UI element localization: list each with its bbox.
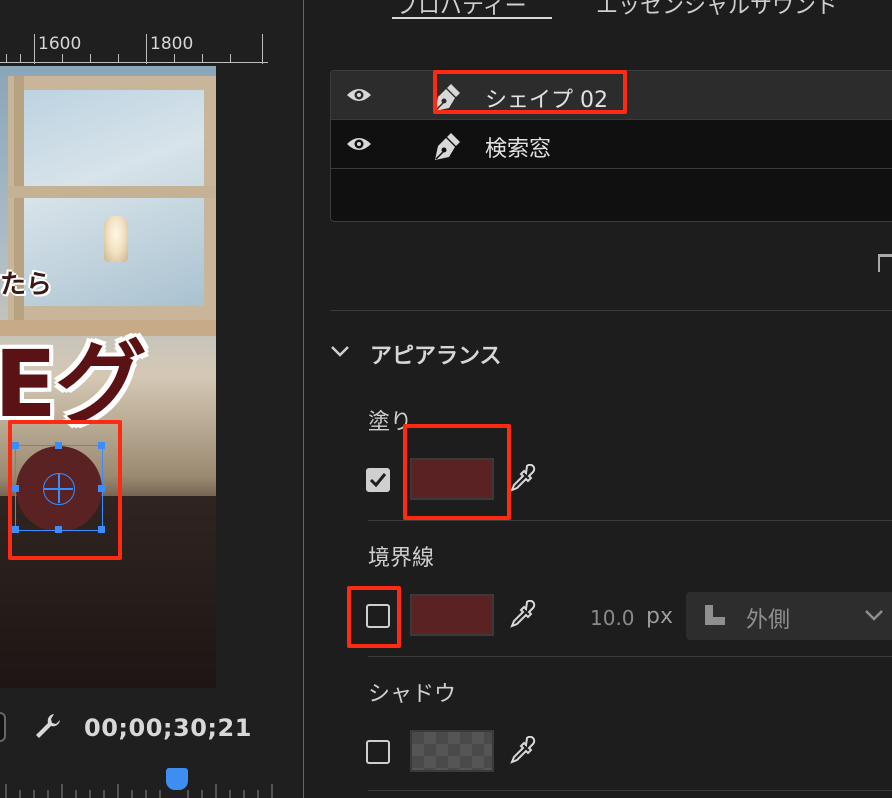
shadow-checkbox[interactable] bbox=[366, 740, 390, 764]
eye-icon[interactable] bbox=[345, 134, 373, 154]
stroke-label: 境界線 bbox=[368, 546, 435, 571]
active-tab-indicator bbox=[392, 17, 552, 19]
playhead-marker[interactable] bbox=[166, 768, 188, 790]
ruler-label-1800: 1800 bbox=[150, 34, 194, 54]
video-frame[interactable]: たら Eグ bbox=[0, 66, 216, 688]
stroke-position-value: 外側 bbox=[746, 608, 791, 633]
eyedropper-icon[interactable] bbox=[508, 464, 536, 494]
stroke-outside-icon bbox=[705, 605, 725, 625]
scrub-bar[interactable] bbox=[0, 770, 290, 798]
row-divider bbox=[331, 168, 892, 169]
ruler-minor-tick bbox=[118, 54, 119, 63]
highlight-stroke-checkbox bbox=[347, 586, 401, 648]
ruler-baseline bbox=[0, 62, 268, 63]
ruler-minor-tick bbox=[6, 54, 7, 63]
ruler-tick bbox=[262, 34, 263, 64]
fill-checkbox[interactable] bbox=[366, 468, 390, 492]
eyedropper-icon[interactable] bbox=[508, 736, 536, 766]
monitor-controls: 00;00;30;21 bbox=[0, 700, 300, 760]
chevron-down-icon[interactable] bbox=[330, 344, 350, 358]
section-divider bbox=[330, 310, 892, 311]
eyedropper-icon[interactable] bbox=[508, 600, 536, 630]
stroke-width-unit: px bbox=[646, 604, 673, 629]
ruler-minor-tick bbox=[20, 54, 21, 63]
layer-row-search-box[interactable]: 検索窓 bbox=[331, 120, 892, 169]
stroke-width-value[interactable]: 10.0 bbox=[590, 606, 635, 630]
ruler-minor-tick bbox=[90, 54, 91, 63]
chevron-down-icon bbox=[865, 610, 883, 621]
layer-name: 検索窓 bbox=[485, 137, 552, 162]
highlight-fill-swatch bbox=[403, 424, 511, 520]
pen-tool-icon bbox=[435, 133, 460, 160]
ruler-minor-tick bbox=[230, 54, 231, 63]
window-mullion bbox=[8, 186, 216, 198]
eye-icon[interactable] bbox=[345, 85, 373, 105]
timecode-ruler: 1600 1800 bbox=[0, 0, 268, 66]
shadow-color-swatch[interactable] bbox=[410, 730, 494, 772]
checkmark-icon bbox=[369, 473, 387, 488]
new-layer-icon[interactable] bbox=[878, 254, 892, 272]
ruler-minor-tick bbox=[174, 54, 175, 63]
highlight-layer-name bbox=[433, 70, 627, 114]
stroke-color-swatch[interactable] bbox=[410, 594, 494, 636]
section-divider bbox=[368, 656, 892, 657]
stroke-position-dropdown[interactable]: 外側 bbox=[686, 592, 892, 640]
appearance-title: アピアランス bbox=[370, 344, 502, 369]
program-monitor: 1600 1800 たら Eグ 00;00;30;21 bbox=[0, 0, 300, 798]
playhead-timecode[interactable]: 00;00;30;21 bbox=[84, 714, 252, 742]
ruler-tick bbox=[146, 34, 147, 64]
section-divider bbox=[368, 790, 892, 791]
shadow-label: シャドウ bbox=[368, 682, 457, 707]
ruler-label-1600: 1600 bbox=[38, 34, 82, 54]
ruler-minor-tick bbox=[62, 54, 63, 63]
candle-image bbox=[104, 216, 128, 262]
essential-graphics-panel: プロパティー エッセンシャルサウンド シェイプ 02 検索窓 アピアランス 塗り… bbox=[304, 0, 892, 798]
wrench-icon[interactable] bbox=[32, 710, 64, 742]
ruler-tick bbox=[34, 34, 35, 64]
zoom-dropdown[interactable] bbox=[0, 712, 6, 742]
ruler-minor-tick bbox=[202, 54, 203, 63]
tab-essential-sound[interactable]: エッセンシャルサウンド bbox=[596, 0, 838, 20]
section-divider bbox=[368, 520, 892, 521]
overlay-caption-small: たら bbox=[0, 270, 53, 300]
highlight-shape-on-canvas bbox=[8, 420, 122, 560]
